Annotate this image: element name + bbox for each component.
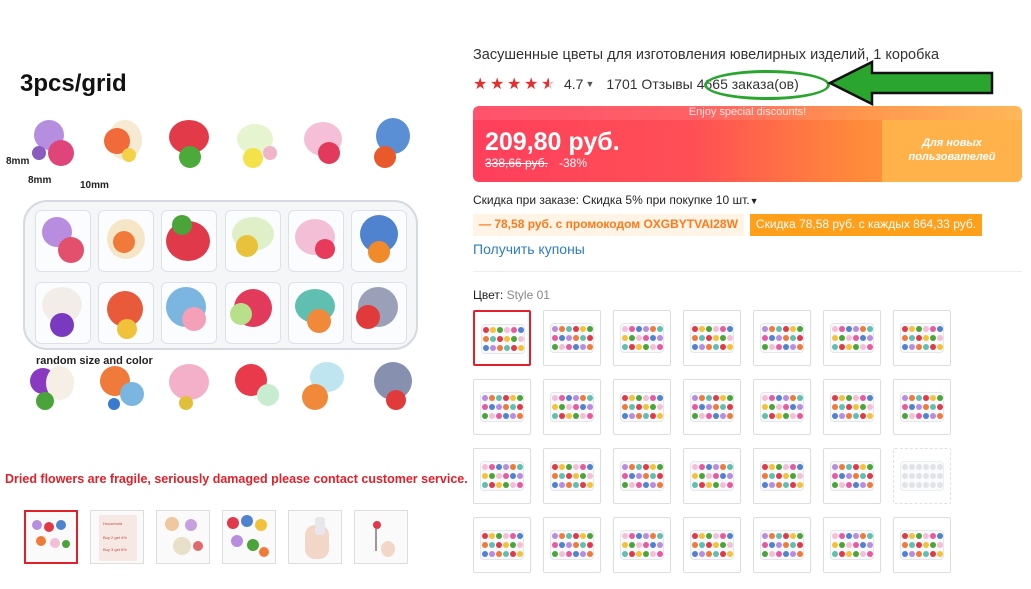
thumbnail-4[interactable]: [222, 510, 276, 564]
flower-specimen: [30, 362, 82, 420]
store-discount-badge[interactable]: Скидка 78,58 руб. с каждых 864,33 руб.: [749, 214, 983, 236]
color-swatch[interactable]: [893, 379, 951, 435]
color-swatch[interactable]: [893, 517, 951, 573]
annotation-ellipse: [704, 70, 830, 100]
color-swatch[interactable]: [613, 310, 671, 366]
tray-row: [35, 210, 407, 272]
tray-cell: [98, 282, 155, 344]
color-swatch[interactable]: [613, 448, 671, 504]
thumbnail-1[interactable]: [24, 510, 78, 564]
flower-specimen: [98, 118, 150, 176]
annotation-arrow-icon: [827, 60, 994, 106]
color-swatch[interactable]: [823, 448, 881, 504]
flower-specimen: [300, 118, 352, 176]
flower-specimen: [30, 118, 82, 176]
tray-row: [35, 282, 407, 344]
thumbnail-2[interactable]: Household Buy 2 get 4% Buy 3 get 6%: [90, 510, 144, 564]
color-swatch[interactable]: [543, 517, 601, 573]
discount-percent: -38%: [559, 156, 588, 170]
banner-promo-text: Enjoy special discounts!: [473, 106, 1022, 120]
tray-cell: [98, 210, 155, 272]
color-swatch[interactable]: [473, 517, 531, 573]
color-swatch[interactable]: [473, 448, 531, 504]
tray-cell: [350, 210, 407, 272]
color-swatch[interactable]: [893, 448, 951, 504]
thumbnail-strip: Household Buy 2 get 4% Buy 3 get 6%: [24, 510, 408, 564]
color-label-text: Цвет:: [473, 288, 504, 302]
tray-cell: [287, 210, 344, 272]
product-main-image: 3pcs/grid 8mm 8mm 10mm random size and c…: [0, 0, 468, 505]
old-price: 338,66 руб.: [485, 156, 548, 170]
dimension-label: 8mm: [28, 175, 52, 186]
tray-cell: [287, 282, 344, 344]
star-icon: ★: [507, 75, 522, 93]
dimension-label: 8mm: [6, 156, 30, 167]
flower-specimen: [233, 118, 285, 176]
flower-specimen: [300, 362, 352, 420]
promo-row: — 78,58 руб. с промокодом OXGBYTVAI28W С…: [473, 214, 983, 236]
tray-cell: [35, 282, 91, 344]
star-half-icon: ★: [541, 75, 556, 93]
fragile-notice: Dried flowers are fragile, seriously dam…: [5, 472, 468, 486]
get-coupons-link[interactable]: Получить купоны: [473, 241, 585, 257]
petal-row-bottom: [30, 362, 420, 420]
thumbnail-3[interactable]: [156, 510, 210, 564]
flower-specimen: [165, 118, 217, 176]
color-swatch[interactable]: [753, 310, 811, 366]
color-swatch[interactable]: [543, 379, 601, 435]
color-swatch[interactable]: [753, 517, 811, 573]
color-swatch[interactable]: [473, 310, 531, 366]
color-swatch[interactable]: [823, 310, 881, 366]
flower-specimen: [98, 362, 150, 420]
tray-cell: [161, 210, 218, 272]
flower-specimen: [368, 118, 420, 176]
color-swatch[interactable]: [683, 379, 741, 435]
flower-specimen: [368, 362, 420, 420]
color-swatch[interactable]: [683, 310, 741, 366]
grid-label: 3pcs/grid: [20, 70, 127, 97]
color-swatch[interactable]: [823, 379, 881, 435]
color-swatch[interactable]: [823, 517, 881, 573]
tray-cell: [224, 282, 281, 344]
petal-row-top: [30, 118, 420, 176]
color-swatch[interactable]: [613, 379, 671, 435]
dimension-label: 10mm: [80, 180, 109, 191]
star-icon: ★: [490, 75, 505, 93]
thumbnail-5[interactable]: [288, 510, 342, 564]
tray-cell: [161, 282, 218, 344]
promo-code-badge[interactable]: — 78,58 руб. с промокодом OXGBYTVAI28W: [473, 214, 744, 236]
rating-value[interactable]: 4.7: [564, 76, 583, 92]
tray-cell: [350, 282, 407, 344]
flower-specimen: [233, 362, 285, 420]
flower-tray: [23, 200, 418, 350]
reviews-link[interactable]: 1701 Отзывы: [606, 76, 692, 92]
color-swatch-grid: [473, 310, 951, 573]
chevron-down-icon[interactable]: ▼: [585, 79, 594, 89]
color-swatch[interactable]: [683, 448, 741, 504]
color-label: Цвет: Style 01: [473, 288, 550, 302]
color-swatch[interactable]: [543, 310, 601, 366]
bulk-discount-dropdown[interactable]: Скидка при заказе: Скидка 5% при покупке…: [473, 193, 759, 207]
star-icon: ★: [524, 75, 539, 93]
color-swatch[interactable]: [473, 379, 531, 435]
color-swatch[interactable]: [753, 448, 811, 504]
rating-stars: ★ ★ ★ ★ ★: [473, 75, 556, 93]
thumbnail-6[interactable]: [354, 510, 408, 564]
chevron-down-icon: ▼: [749, 196, 759, 206]
current-price: 209,80 руб.: [485, 128, 620, 156]
color-swatch[interactable]: [613, 517, 671, 573]
color-swatch[interactable]: [753, 379, 811, 435]
color-swatch[interactable]: [683, 517, 741, 573]
new-users-badge: Для новых пользователей: [882, 120, 1022, 182]
selected-color-value: Style 01: [506, 288, 550, 302]
flower-specimen: [165, 362, 217, 420]
color-swatch[interactable]: [543, 448, 601, 504]
star-icon: ★: [473, 75, 488, 93]
tray-cell: [224, 210, 281, 272]
color-swatch[interactable]: [893, 310, 951, 366]
price-banner: Enjoy special discounts! 209,80 руб. 338…: [473, 106, 1022, 182]
divider: [473, 271, 1022, 272]
tray-cell: [35, 210, 91, 272]
bulk-discount-text: Скидка при заказе: Скидка 5% при покупке…: [473, 193, 750, 207]
